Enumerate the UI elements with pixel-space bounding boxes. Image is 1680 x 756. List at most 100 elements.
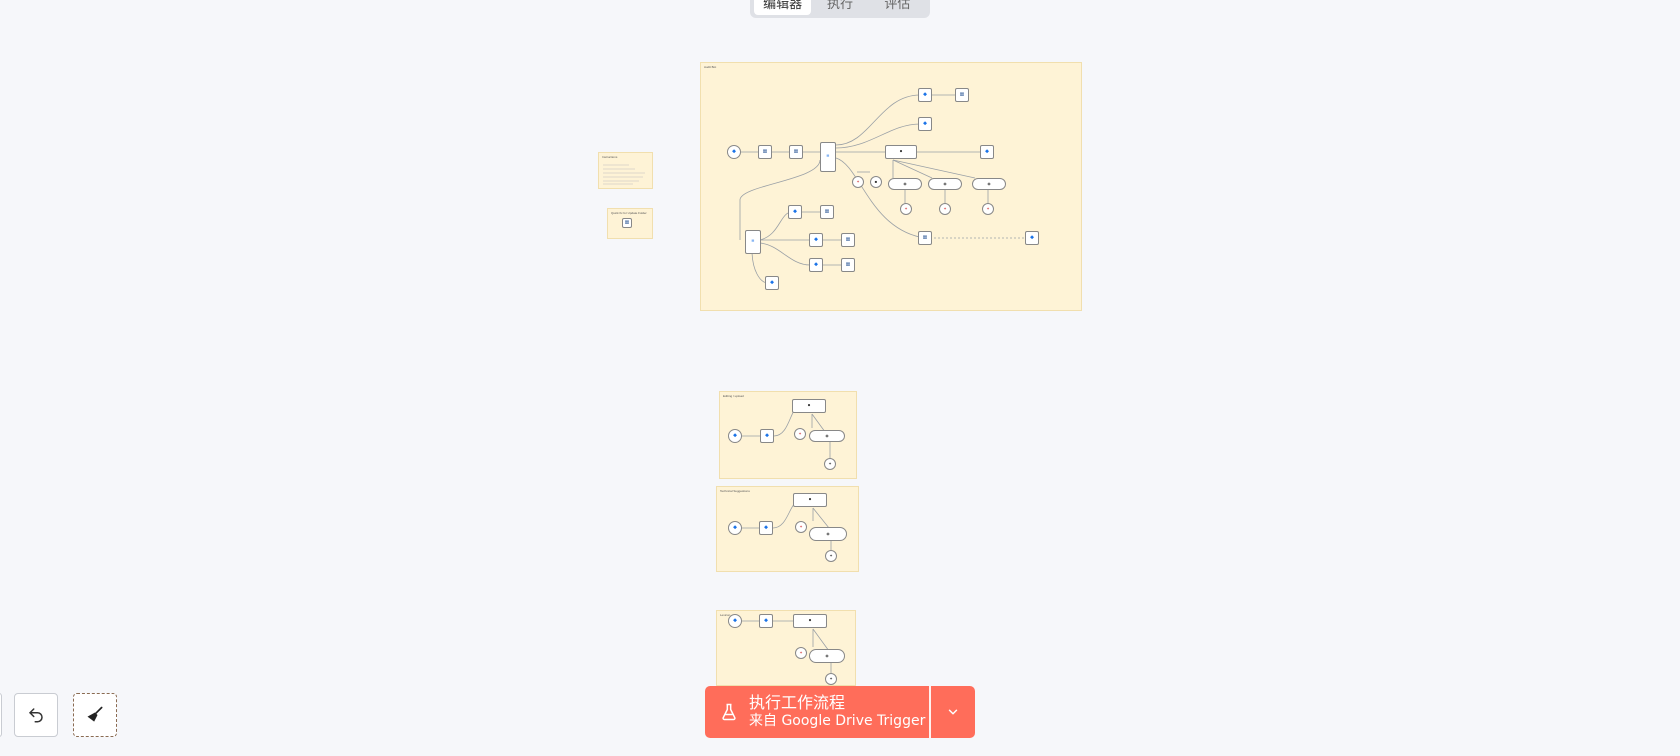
model-node[interactable]: ✦ <box>794 428 806 440</box>
tool-icon: ◉ <box>987 181 991 186</box>
workflow-node[interactable]: ▦ <box>918 231 932 245</box>
switch-node[interactable]: ≡ <box>745 230 761 254</box>
google-drive-icon: ◆ <box>923 120 927 127</box>
robot-icon: ● <box>808 617 812 624</box>
switch-node[interactable]: ≡ <box>820 142 836 172</box>
execute-trigger-label: 来自 Google Drive Trigger <box>749 713 926 729</box>
model-icon: ✦ <box>829 553 833 558</box>
google-docs-icon: ▦ <box>793 148 799 155</box>
model-icon: ✦ <box>856 179 860 184</box>
model-node[interactable]: ✦ <box>795 647 807 659</box>
workflow-canvas[interactable]: Audit Bot Instructions Quick fix for Upd… <box>0 0 1680 756</box>
zoom-controls-button[interactable] <box>0 693 2 737</box>
google-drive-icon: ◆ <box>923 91 927 98</box>
model-icon: ✦ <box>829 676 833 681</box>
google-docs-icon: ▦ <box>845 236 851 243</box>
google-drive-icon: ◆ <box>765 432 769 439</box>
google-drive-icon: ◆ <box>814 261 818 268</box>
workflow-node[interactable]: ◆ <box>788 205 802 219</box>
model-icon: ✦ <box>799 650 803 655</box>
workflow-node[interactable]: ◆ <box>918 117 932 131</box>
model-node[interactable]: ✦ <box>900 203 912 215</box>
undo-icon <box>29 708 43 723</box>
robot-icon: ● <box>899 148 903 155</box>
tool-icon: ◉ <box>943 181 947 186</box>
google-drive-trigger-node[interactable]: ◆ <box>728 521 742 535</box>
ai-agent-node[interactable]: ● <box>793 493 827 507</box>
workflow-node[interactable]: ◉ <box>888 178 922 190</box>
execute-main-action[interactable]: 执行工作流程 来自 Google Drive Trigger <box>705 686 929 738</box>
google-drive-trigger-node[interactable]: ◆ <box>728 614 742 628</box>
google-drive-icon: ◆ <box>733 432 737 439</box>
google-drive-trigger-node[interactable]: ◆ <box>728 429 742 443</box>
database-icon: ■ <box>874 179 878 184</box>
google-docs-icon: ▦ <box>762 148 768 155</box>
google-drive-trigger-node[interactable]: ◆ <box>727 145 741 159</box>
model-node[interactable]: ✦ <box>982 203 994 215</box>
execute-label: 执行工作流程 <box>749 693 846 712</box>
button-divider <box>929 686 931 738</box>
memory-node[interactable]: ■ <box>870 176 882 188</box>
workflow-node[interactable]: ◆ <box>759 614 773 628</box>
workflow-node[interactable]: ◆ <box>765 276 779 290</box>
model-icon: ✦ <box>798 431 802 436</box>
workflow-node[interactable]: ▦ <box>841 258 855 272</box>
clear-execution-button[interactable] <box>73 693 117 737</box>
workflow-node[interactable]: ▦ <box>841 233 855 247</box>
ai-agent-node[interactable]: ● <box>792 399 826 413</box>
workflow-node[interactable]: ◉ <box>972 178 1006 190</box>
sticky-note-group-2[interactable]: Technical Suggestions ◆ ◆ ● ✦ ◉ ✦ <box>716 486 859 572</box>
tool-icon: ◉ <box>903 181 907 186</box>
google-docs-icon: ▦ <box>824 208 830 215</box>
execute-workflow-button[interactable]: 执行工作流程 来自 Google Drive Trigger <box>705 686 975 738</box>
model-node[interactable]: ✦ <box>824 458 836 470</box>
workflow-node[interactable]: ◆ <box>809 233 823 247</box>
switch-icon: ≡ <box>826 153 830 160</box>
model-node[interactable]: ✦ <box>795 521 807 533</box>
tool-icon: ◉ <box>826 531 830 536</box>
switch-icon: ≡ <box>751 238 755 245</box>
model-node[interactable]: ✦ <box>852 176 864 188</box>
workflow-node[interactable]: ◆ <box>918 88 932 102</box>
workflow-node[interactable]: ◉ <box>928 178 962 190</box>
google-drive-icon: ◆ <box>764 524 768 531</box>
model-node[interactable]: ✦ <box>825 550 837 562</box>
workflow-node[interactable]: ◆ <box>980 145 994 159</box>
ai-agent-node[interactable]: ● <box>793 614 827 628</box>
workflow-node[interactable]: ▦ <box>820 205 834 219</box>
broom-icon <box>87 706 103 722</box>
google-docs-icon: ▦ <box>845 261 851 268</box>
workflow-node[interactable]: ◉ <box>809 430 845 442</box>
google-drive-icon: ◆ <box>733 617 737 624</box>
workflow-node[interactable]: ▦ <box>955 88 969 102</box>
tool-icon: ◉ <box>825 433 829 438</box>
workflow-node[interactable]: ◉ <box>809 649 845 663</box>
workflow-node[interactable]: ▦ <box>789 145 803 159</box>
google-drive-icon: ◆ <box>732 148 736 155</box>
workflow-node[interactable]: ◆ <box>809 258 823 272</box>
ai-agent-node[interactable]: ● <box>885 145 917 159</box>
model-icon: ✦ <box>986 206 990 211</box>
google-drive-icon: ◆ <box>985 148 989 155</box>
google-drive-icon: ◆ <box>764 617 768 624</box>
google-drive-icon: ◆ <box>814 236 818 243</box>
execute-options-dropdown[interactable] <box>931 686 975 738</box>
workflow-node[interactable]: ◉ <box>809 527 847 541</box>
robot-icon: ● <box>807 402 811 409</box>
flask-icon <box>722 703 736 721</box>
model-node[interactable]: ✦ <box>939 203 951 215</box>
sticky-note-group-3[interactable]: Lexicon ◆ ◆ ● ✦ ◉ ✦ <box>716 610 856 686</box>
google-docs-icon: ▦ <box>959 91 965 98</box>
model-icon: ✦ <box>828 461 832 466</box>
model-icon: ✦ <box>799 524 803 529</box>
google-drive-icon: ◆ <box>793 208 797 215</box>
sticky-note-group-1[interactable]: Editing / upload ◆ ◆ ● ✦ ◉ ✦ <box>719 391 857 479</box>
workflow-node[interactable]: ▦ <box>758 145 772 159</box>
workflow-node[interactable]: ◆ <box>1025 231 1039 245</box>
model-node[interactable]: ✦ <box>825 673 837 685</box>
workflow-node[interactable]: ◆ <box>759 521 773 535</box>
tool-icon: ◉ <box>825 653 829 658</box>
undo-button[interactable] <box>14 693 58 737</box>
workflow-node[interactable]: ◆ <box>760 429 774 443</box>
robot-icon: ● <box>808 496 812 503</box>
